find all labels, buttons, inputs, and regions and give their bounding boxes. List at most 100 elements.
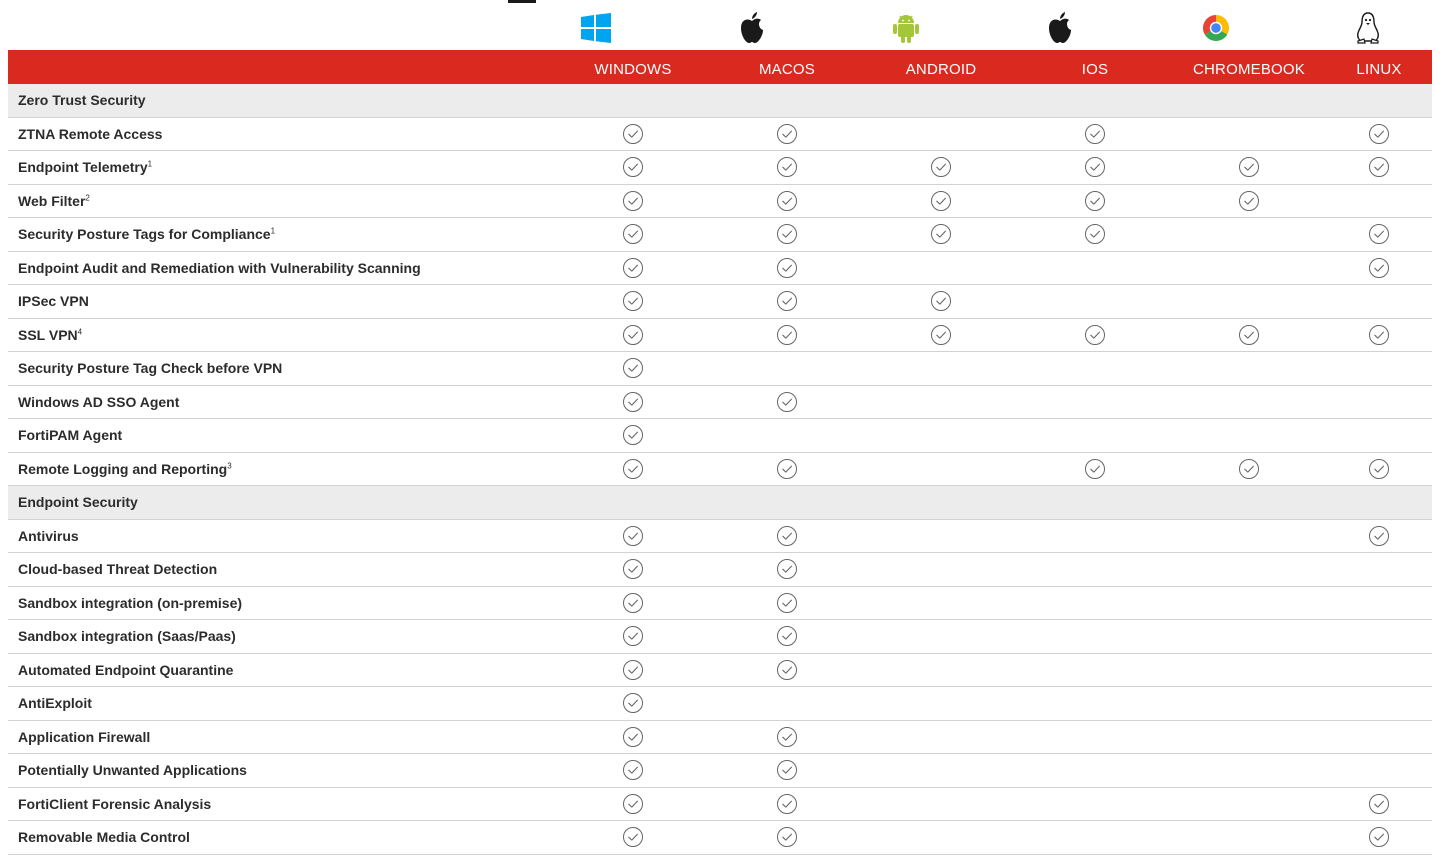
support-cell-macos <box>710 150 864 185</box>
check-circle-icon <box>622 626 644 647</box>
feature-label-cell: Endpoint Audit and Remediation with Vuln… <box>8 251 556 285</box>
feature-label-cell: FortiClient Forensic Analysis <box>8 787 556 821</box>
check-circle-icon <box>1238 324 1260 345</box>
footnote-marker: 2 <box>85 193 90 203</box>
check-circle-icon <box>1084 157 1106 178</box>
support-cell-ios <box>1018 418 1172 453</box>
feature-row: Endpoint Telemetry1 <box>8 150 1432 185</box>
support-cell-linux <box>1326 619 1432 654</box>
support-cell-chromebook <box>1172 452 1326 486</box>
feature-label-cell: ZTNA Remote Access <box>8 117 556 151</box>
feature-label-cell: FortiPAM Agent <box>8 418 556 453</box>
feature-row: Application Firewall <box>8 720 1432 754</box>
support-cell-ios <box>1018 452 1172 486</box>
feature-row: Removable Media Control <box>8 820 1432 855</box>
linux-tux-icon <box>1352 11 1384 45</box>
feature-row: Remote Logging and Reporting3 <box>8 452 1432 486</box>
support-cell-ios <box>1018 217 1172 252</box>
support-cell-linux <box>1326 318 1432 352</box>
check-circle-icon <box>1368 525 1390 546</box>
support-cell-linux <box>1326 586 1432 620</box>
feature-row: SSL VPN4 <box>8 318 1432 352</box>
feature-row: Endpoint Audit and Remediation with Vuln… <box>8 251 1432 285</box>
feature-row: Automated Endpoint Quarantine <box>8 653 1432 687</box>
check-circle-icon <box>622 760 644 781</box>
column-header-android: ANDROID <box>905 61 977 78</box>
support-cell-linux <box>1326 753 1432 788</box>
support-cell-ios <box>1018 351 1172 386</box>
check-circle-icon <box>1368 257 1390 278</box>
feature-row: FortiPAM Agent <box>8 418 1432 453</box>
support-cell-android <box>864 753 1018 788</box>
feature-name: Endpoint Audit and Remediation with Vuln… <box>18 259 421 276</box>
feature-row: AntiExploit <box>8 686 1432 721</box>
windows-icon <box>580 11 612 45</box>
feature-name: IPSec VPN <box>18 293 89 310</box>
feature-name: Cloud-based Threat Detection <box>18 561 218 578</box>
support-cell-chromebook <box>1172 418 1326 453</box>
feature-label-cell: Application Firewall <box>8 720 556 754</box>
check-circle-icon <box>622 425 644 446</box>
support-cell-windows <box>556 284 710 319</box>
feature-row: Sandbox integration (on-premise) <box>8 586 1432 620</box>
support-cell-android <box>864 418 1018 453</box>
support-cell-linux <box>1326 787 1432 821</box>
check-circle-icon <box>1238 157 1260 178</box>
support-cell-chromebook <box>1172 586 1326 620</box>
support-cell-chromebook <box>1172 351 1326 386</box>
support-cell-linux <box>1326 217 1432 252</box>
section-title: Zero Trust Security <box>8 84 1432 118</box>
support-cell-macos <box>710 753 864 788</box>
support-cell-macos <box>710 686 864 721</box>
check-circle-icon <box>622 391 644 412</box>
support-cell-windows <box>556 753 710 788</box>
support-cell-macos <box>710 586 864 620</box>
support-cell-android <box>864 385 1018 419</box>
feature-row: ZTNA Remote Access <box>8 117 1432 151</box>
support-cell-ios <box>1018 284 1172 319</box>
support-cell-ios <box>1018 753 1172 788</box>
check-circle-icon <box>622 157 644 178</box>
chrome-icon <box>1200 11 1232 45</box>
feature-label-cell: Endpoint Telemetry1 <box>8 150 556 185</box>
support-cell-linux <box>1326 385 1432 419</box>
check-circle-icon <box>1238 458 1260 479</box>
support-cell-windows <box>556 150 710 185</box>
check-circle-icon <box>930 224 952 245</box>
support-cell-linux <box>1326 184 1432 218</box>
support-cell-chromebook <box>1172 117 1326 151</box>
support-cell-linux <box>1326 150 1432 185</box>
check-circle-icon <box>776 190 798 211</box>
support-cell-windows <box>556 820 710 855</box>
support-cell-ios <box>1018 787 1172 821</box>
check-circle-icon <box>1084 324 1106 345</box>
support-cell-ios <box>1018 720 1172 754</box>
feature-name: Automated Endpoint Quarantine <box>18 661 234 678</box>
feature-label-cell: IPSec VPN <box>8 284 556 319</box>
support-cell-android <box>864 184 1018 218</box>
check-circle-icon <box>930 190 952 211</box>
check-circle-icon <box>776 659 798 680</box>
support-cell-chromebook <box>1172 720 1326 754</box>
support-cell-linux <box>1326 284 1432 319</box>
footnote-marker: 1 <box>270 226 276 236</box>
check-circle-icon <box>1084 190 1106 211</box>
check-circle-icon <box>776 626 798 647</box>
support-cell-windows <box>556 552 710 587</box>
feature-label-cell: AntiExploit <box>8 686 556 721</box>
feature-label-cell: SSL VPN4 <box>8 318 556 352</box>
feature-row: Potentially Unwanted Applications <box>8 753 1432 788</box>
check-circle-icon <box>776 391 798 412</box>
support-cell-android <box>864 586 1018 620</box>
feature-row: FortiClient Forensic Analysis <box>8 787 1432 821</box>
support-cell-linux <box>1326 686 1432 721</box>
support-cell-android <box>864 653 1018 687</box>
support-cell-macos <box>710 385 864 419</box>
support-cell-windows <box>556 217 710 252</box>
check-circle-icon <box>622 525 644 546</box>
apple-icon <box>736 11 768 45</box>
feature-name: Sandbox integration (Saas/Paas) <box>18 628 236 645</box>
feature-label-cell: Web Filter2 <box>8 184 556 218</box>
platform-icon-row <box>0 0 1440 50</box>
check-circle-icon <box>776 827 798 848</box>
